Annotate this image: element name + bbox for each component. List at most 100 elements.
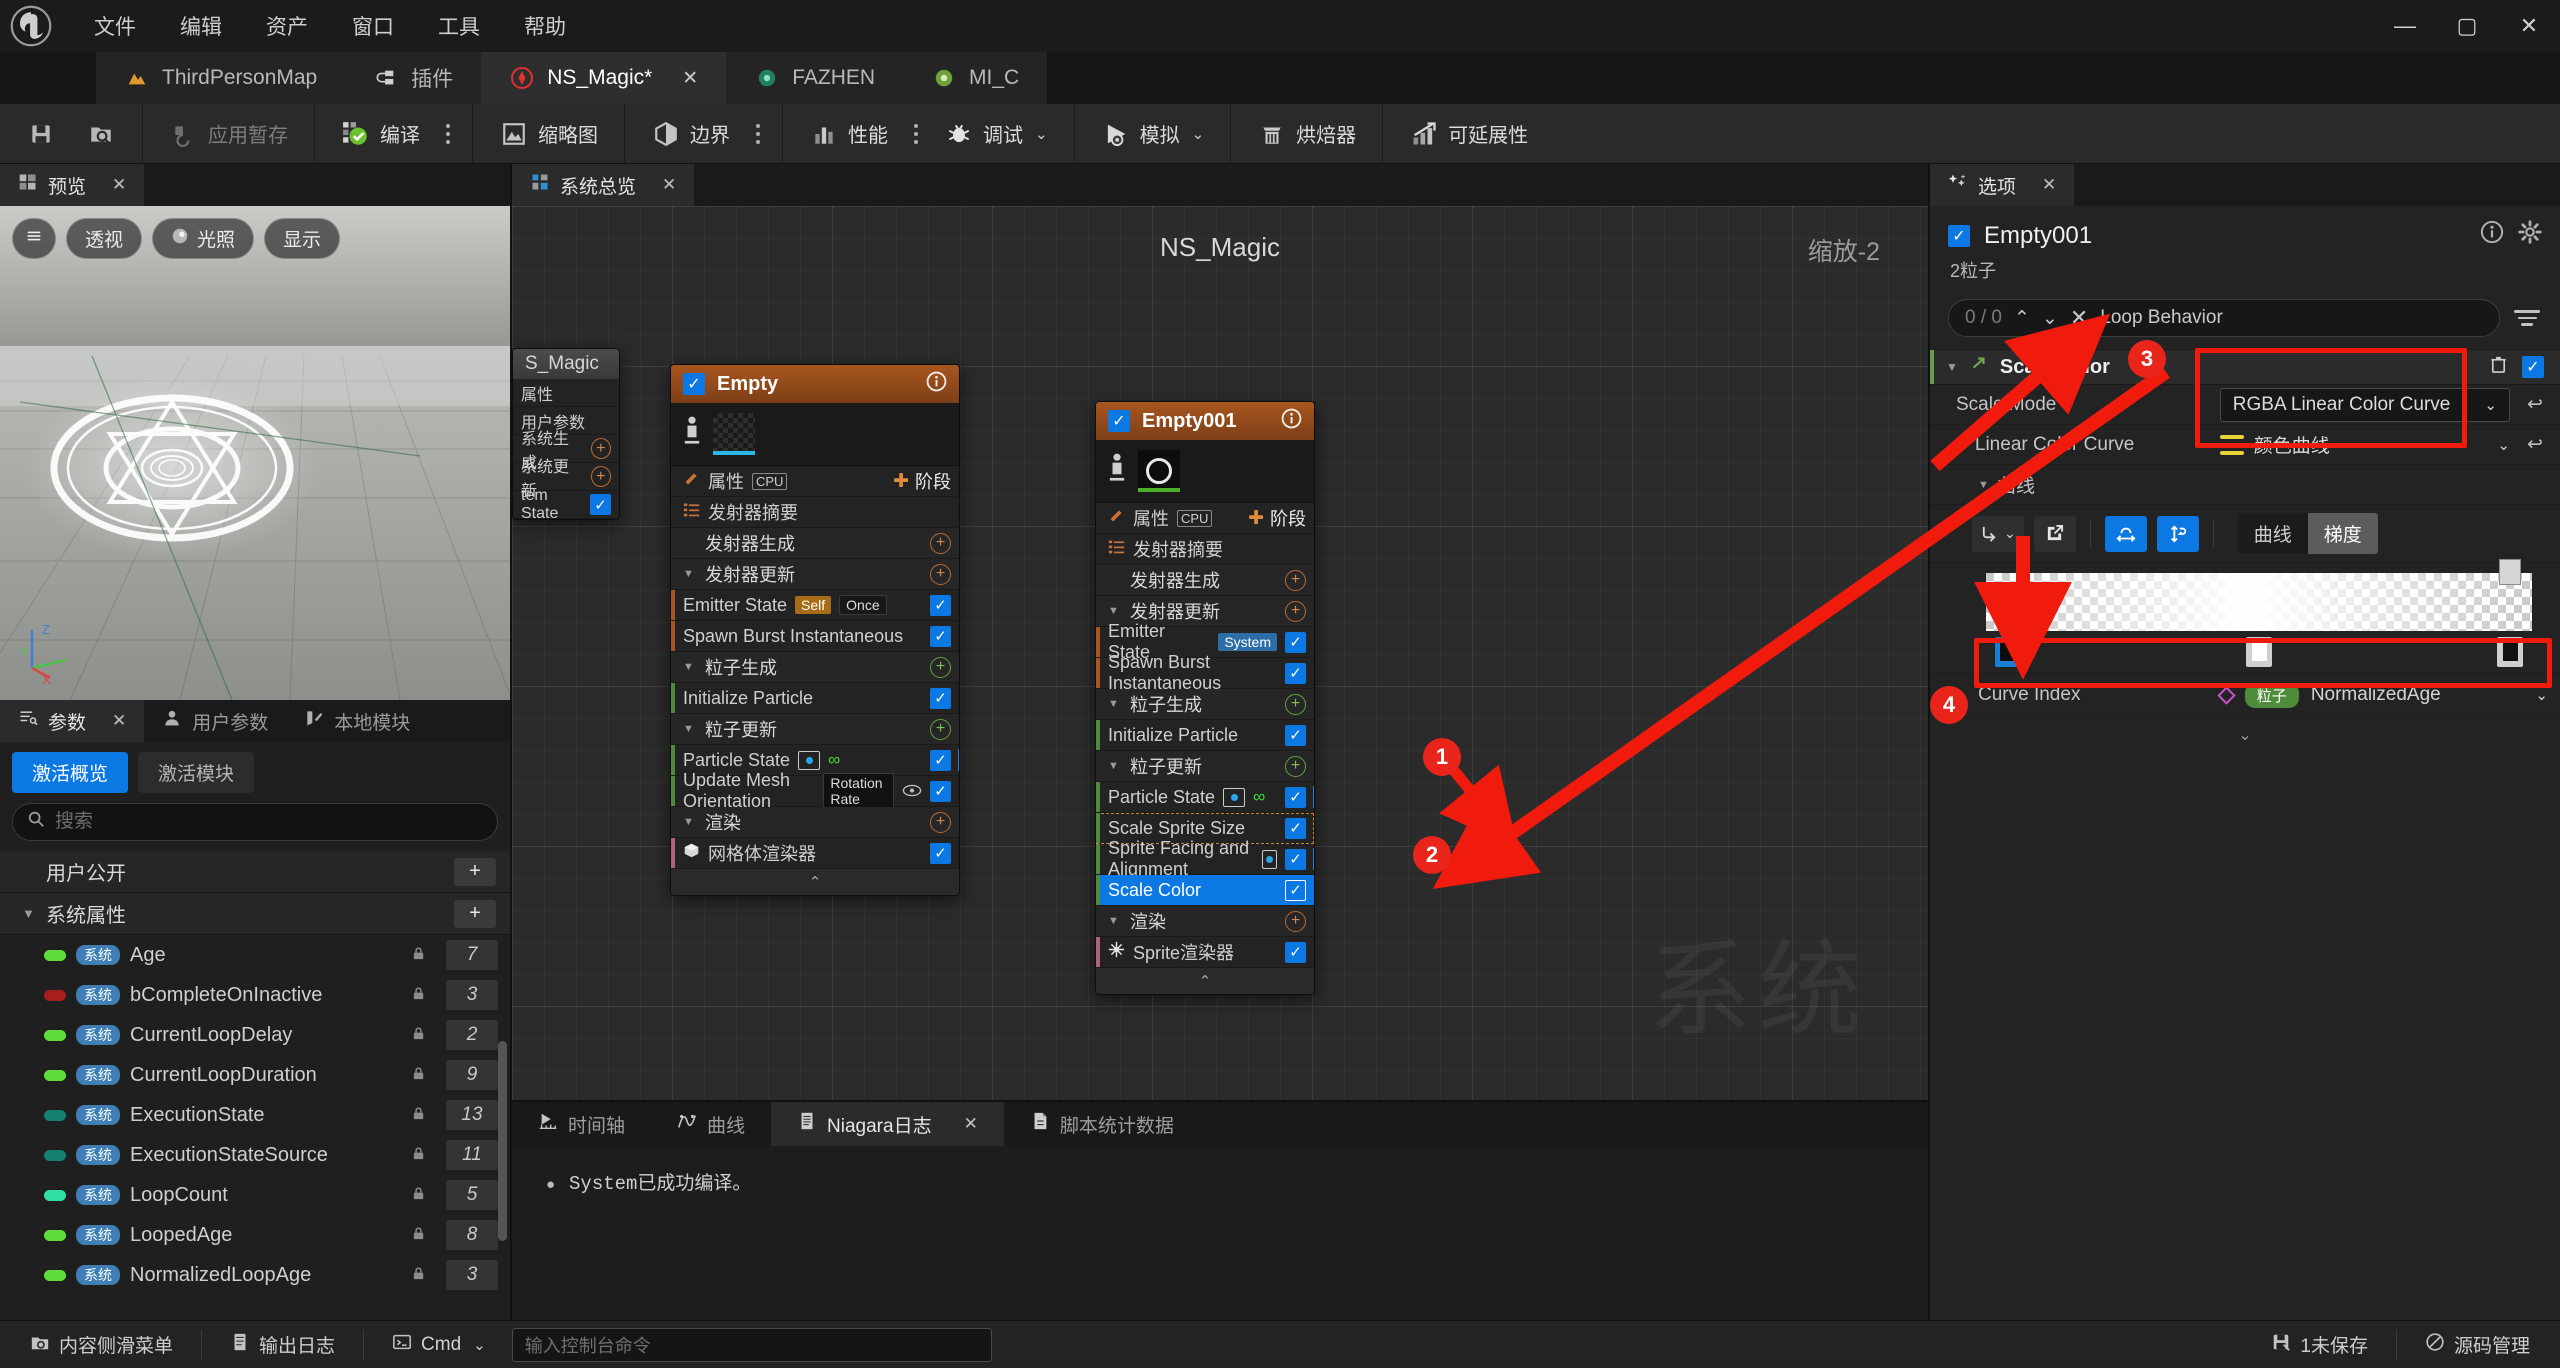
- module-checkbox[interactable]: ✓: [930, 626, 951, 647]
- category-render[interactable]: ▼渲染+: [671, 807, 959, 838]
- add-module-icon[interactable]: +: [930, 533, 951, 554]
- unreal-logo-icon[interactable]: [0, 0, 62, 52]
- chevron-down-icon[interactable]: ⌄: [2535, 686, 2548, 704]
- tab-parameters[interactable]: 参数 ✕: [0, 700, 144, 742]
- emitter-header[interactable]: ✓ Empty001: [1096, 402, 1314, 440]
- close-icon[interactable]: ✕: [112, 175, 126, 195]
- viewport-perspective-button[interactable]: 透视: [66, 218, 142, 259]
- renderer-checkbox[interactable]: ✓: [930, 843, 951, 864]
- emitter-collapse-button[interactable]: ⌃: [671, 869, 959, 895]
- emitter-properties-row[interactable]: 属性 CPU ✚阶段: [1096, 503, 1314, 534]
- parameter-row[interactable]: 系统 NormalizedLoopAge 3: [0, 1255, 510, 1295]
- tab-curves[interactable]: 曲线: [651, 1102, 771, 1146]
- options-search-bar[interactable]: 0 / 0 ⌃ ⌄ ✕ Loop Behavior: [1948, 299, 2500, 337]
- bounds-button[interactable]: 边界: [639, 112, 742, 156]
- viewport-menu-button[interactable]: [12, 218, 56, 259]
- category-emitter-update[interactable]: ▼发射器更新+: [671, 559, 959, 590]
- browse-button[interactable]: [74, 112, 128, 156]
- fit-vertical-button[interactable]: [2157, 516, 2199, 552]
- info-icon[interactable]: [926, 371, 947, 398]
- curve-preset-button[interactable]: ⌄: [1972, 516, 2024, 552]
- module-checkbox[interactable]: ✓: [930, 781, 951, 802]
- tab-timeline[interactable]: 时间轴: [512, 1102, 651, 1146]
- parameter-value[interactable]: 7: [446, 940, 498, 970]
- menu-item-file[interactable]: 文件: [72, 5, 158, 47]
- color-curve-ref[interactable]: 颜色曲线: [2220, 431, 2330, 458]
- parameter-value[interactable]: 3: [446, 980, 498, 1010]
- chevron-down-icon[interactable]: ⌄: [2497, 436, 2510, 454]
- system-node-header[interactable]: S_Magic: [513, 349, 619, 379]
- view-mode-gradient[interactable]: 梯度: [2308, 513, 2378, 554]
- chevron-down-icon[interactable]: ▼: [1956, 439, 1967, 451]
- emitter-node-empty001[interactable]: ✓ Empty001: [1095, 401, 1315, 995]
- viewport-lighting-button[interactable]: 光照: [152, 218, 254, 259]
- emitter-summary-row[interactable]: 发射器摘要: [671, 497, 959, 528]
- parameter-value[interactable]: 2: [446, 1020, 498, 1050]
- emitter-collapse-button[interactable]: ⌃: [1096, 968, 1314, 994]
- add-renderer-icon[interactable]: +: [1285, 911, 1306, 932]
- viewport-show-button[interactable]: 显示: [264, 218, 340, 259]
- module-checkbox[interactable]: ✓: [1285, 663, 1306, 684]
- module-particle-state[interactable]: Particle State∞✓: [1096, 782, 1314, 813]
- module-checkbox[interactable]: ✓: [930, 688, 951, 709]
- module-checkbox[interactable]: ✓: [1285, 725, 1306, 746]
- performance-options-kebab-icon[interactable]: [906, 120, 926, 148]
- emitter-thumbnail[interactable]: [713, 413, 755, 455]
- compile-button[interactable]: 编译: [329, 112, 432, 156]
- category-particle-spawn[interactable]: ▼粒子生成+: [1096, 689, 1314, 720]
- category-render[interactable]: ▼渲染+: [1096, 906, 1314, 937]
- tab-script-stats[interactable]: 脚本统计数据: [1004, 1102, 1200, 1146]
- emitter-thumbnail[interactable]: [1138, 450, 1180, 492]
- console-command-input[interactable]: 输入控制台命令: [512, 1328, 992, 1362]
- module-checkbox[interactable]: ✓: [930, 750, 951, 771]
- close-icon[interactable]: ✕: [112, 711, 126, 731]
- options-property-scroll[interactable]: ▼ Scale Color ✓ Scale Mode RGBA Linear C…: [1930, 349, 2560, 1320]
- segment-activation-modules[interactable]: 激活模块: [138, 752, 254, 793]
- add-renderer-icon[interactable]: +: [930, 812, 951, 833]
- unsaved-button[interactable]: 1未保存: [2257, 1325, 2382, 1364]
- eye-icon[interactable]: [902, 781, 922, 802]
- parameters-scrollbar[interactable]: [498, 1041, 507, 1241]
- parameter-row[interactable]: 系统 LoopedAge 8: [0, 1215, 510, 1255]
- module-enabled-checkbox[interactable]: ✓: [2522, 356, 2544, 378]
- add-module-icon[interactable]: +: [1285, 756, 1306, 777]
- info-icon[interactable]: [2480, 220, 2504, 251]
- tab-options[interactable]: 选项 ✕: [1930, 164, 2074, 206]
- module-spawn-burst[interactable]: Spawn Burst Instantaneous✓: [671, 621, 959, 652]
- search-prev-icon[interactable]: ⌃: [2014, 307, 2030, 330]
- category-particle-spawn[interactable]: ▼粒子生成+: [671, 652, 959, 683]
- doc-tab-mi-c[interactable]: MI_C: [903, 52, 1047, 104]
- module-emitter-state[interactable]: Emitter StateSelfOnce✓: [671, 590, 959, 621]
- info-icon[interactable]: [1281, 408, 1302, 435]
- doc-tab-ns-magic[interactable]: NS_Magic* ✕: [481, 52, 726, 104]
- view-mode-curve[interactable]: 曲线: [2238, 513, 2308, 554]
- renderer-sprite[interactable]: Sprite渲染器✓: [1096, 937, 1314, 968]
- parameter-row[interactable]: 系统 Age 7: [0, 935, 510, 975]
- emitter-summary-row[interactable]: 发射器摘要: [1096, 534, 1314, 565]
- trash-icon[interactable]: [2489, 355, 2508, 380]
- emitter-enabled-checkbox[interactable]: ✓: [1108, 410, 1130, 432]
- tab-niagara-log[interactable]: Niagara日志 ✕: [771, 1102, 1004, 1146]
- module-collapse-chevron[interactable]: ⌄: [1930, 717, 2560, 753]
- bounds-options-kebab-icon[interactable]: [748, 120, 768, 148]
- category-particle-update[interactable]: ▼粒子更新+: [1096, 751, 1314, 782]
- output-log-button[interactable]: 输出日志: [216, 1325, 349, 1364]
- tab-user-parameters[interactable]: 用户参数: [144, 700, 286, 742]
- thumbnail-button[interactable]: 缩略图: [487, 112, 610, 156]
- source-control-button[interactable]: 源码管理: [2411, 1325, 2544, 1364]
- parameter-row[interactable]: 系统 ExecutionState 13: [0, 1095, 510, 1135]
- tab-local-modules[interactable]: 本地模块: [286, 700, 428, 742]
- tab-preview[interactable]: 预览 ✕: [0, 164, 144, 206]
- scale-mode-combo[interactable]: RGBA Linear Color Curve ⌄: [2220, 388, 2510, 422]
- close-icon[interactable]: ✕: [964, 1114, 978, 1134]
- doc-tab-thirdpersonmap[interactable]: ThirdPersonMap: [96, 52, 345, 104]
- module-checkbox[interactable]: ✓: [1285, 787, 1306, 808]
- parameter-row[interactable]: 系统 CurrentLoopDuration 9: [0, 1055, 510, 1095]
- alpha-stop-handle[interactable]: [2499, 559, 2521, 585]
- scalability-button[interactable]: 可延展性: [1397, 112, 1540, 156]
- revert-icon[interactable]: ↩: [2522, 433, 2548, 456]
- baker-button[interactable]: 烘焙器: [1245, 112, 1368, 156]
- menu-item-assets[interactable]: 资产: [244, 5, 330, 47]
- section-system-attributes[interactable]: ▼ 系统属性 +: [0, 893, 510, 935]
- module-checkbox[interactable]: ✓: [1285, 880, 1306, 901]
